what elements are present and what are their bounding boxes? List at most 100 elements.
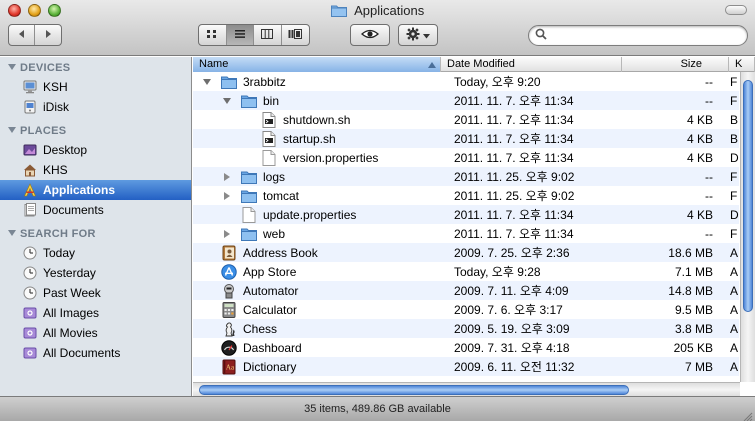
disclosure-open-icon[interactable] — [221, 95, 233, 107]
app-store-icon — [221, 263, 237, 280]
coverflow-view-icon — [288, 28, 303, 42]
folder-icon — [241, 169, 257, 185]
window-toolbar: Applications — [0, 0, 755, 56]
horizontal-scrollbar[interactable] — [193, 382, 740, 396]
column-header-name[interactable]: Name — [193, 57, 441, 72]
row-name-cell: logs — [193, 167, 448, 186]
table-row[interactable]: update.properties 2011. 11. 7. 오후 11:34 4 … — [193, 205, 739, 224]
table-row[interactable]: shutdown.sh 2011. 11. 7. 오후 11:34 4 KB B — [193, 110, 739, 129]
vertical-scroll-thumb[interactable] — [743, 80, 753, 312]
row-name-cell: Chess — [193, 319, 448, 338]
table-row[interactable]: web 2011. 11. 7. 오후 11:34 -- F — [193, 224, 739, 243]
row-size-cell: 205 KB — [673, 340, 713, 355]
disclosure-open-icon[interactable] — [201, 76, 213, 88]
sidebar-item-label: Today — [43, 246, 76, 260]
folder-icon — [241, 93, 257, 109]
coverflow-view-button[interactable] — [282, 25, 309, 45]
forward-button[interactable] — [35, 25, 61, 45]
row-name-label: startup.sh — [283, 131, 336, 146]
column-header-size[interactable]: Size — [622, 57, 729, 72]
disclosure-closed-icon[interactable] — [221, 190, 233, 202]
script-file-icon — [261, 111, 277, 128]
table-row[interactable]: Calculator 2009. 7. 6. 오후 3:17 9.5 MB A — [193, 300, 739, 319]
table-row[interactable]: Address Book 2009. 7. 25. 오후 2:36 18.6 MB A — [193, 243, 739, 262]
sidebar-item-all-images[interactable]: All Images — [0, 303, 191, 323]
forward-arrow-icon — [43, 28, 53, 42]
row-name-cell: 3rabbitz — [193, 72, 448, 91]
navigation-buttons — [8, 24, 62, 46]
row-size-cell: -- — [705, 169, 713, 184]
sidebar-item-desktop[interactable]: Desktop — [0, 140, 191, 160]
table-row[interactable]: Chess 2009. 5. 19. 오후 3:09 3.8 MB A — [193, 319, 739, 338]
table-row[interactable]: Automator 2009. 7. 11. 오후 4:09 14.8 MB A — [193, 281, 739, 300]
table-row[interactable]: bin 2011. 11. 7. 오후 11:34 -- F — [193, 91, 739, 110]
row-size-cell: 18.6 MB — [668, 245, 713, 260]
status-text: 35 items, 489.86 GB available — [304, 403, 451, 415]
clock-icon — [22, 245, 38, 261]
row-name-label: tomcat — [263, 188, 300, 203]
table-row[interactable]: 3rabbitz Today, 오후 9:20 -- F — [193, 72, 739, 91]
row-date-cell: 2011. 11. 7. 오후 11:34 — [454, 94, 574, 108]
row-name-cell: bin — [193, 91, 448, 110]
sidebar-section-places[interactable]: PLACES — [0, 122, 191, 140]
file-list-rows: 3rabbitz Today, 오후 9:20 -- Fbin 2011. 11. 7.… — [193, 72, 739, 376]
column-header-date-modified[interactable]: Date Modified — [441, 57, 622, 72]
sidebar-item-khs[interactable]: KHS — [0, 160, 191, 180]
search-input[interactable] — [551, 28, 731, 43]
smart-folder-icon — [22, 345, 38, 361]
row-date-cell: 2011. 11. 25. 오후 9:02 — [454, 189, 575, 203]
row-name-label: logs — [263, 169, 286, 184]
sidebar-item-label: KSH — [43, 80, 68, 94]
sidebar-section-devices[interactable]: DEVICES — [0, 59, 191, 77]
row-date-cell: 2009. 7. 31. 오후 4:18 — [454, 341, 570, 355]
row-name-cell: Dashboard — [193, 338, 448, 357]
toolbar-toggle-button[interactable] — [725, 5, 747, 15]
table-row[interactable]: tomcat 2011. 11. 25. 오후 9:02 -- F — [193, 186, 739, 205]
sidebar-item-past-week[interactable]: Past Week — [0, 283, 191, 303]
row-kind-cell: A — [730, 245, 739, 260]
sidebar-item-idisk[interactable]: iDisk — [0, 97, 191, 117]
sidebar-item-documents[interactable]: Documents — [0, 200, 191, 220]
sidebar-item-ksh[interactable]: KSH — [0, 77, 191, 97]
row-date-cell: 2011. 11. 7. 오후 11:34 — [454, 227, 574, 241]
list-view-button[interactable] — [226, 25, 254, 45]
row-kind-cell: F — [730, 74, 738, 89]
sidebar-item-all-documents[interactable]: All Documents — [0, 343, 191, 363]
sidebar-section-search-for[interactable]: SEARCH FOR — [0, 225, 191, 243]
row-name-label: shutdown.sh — [283, 112, 351, 127]
svg-text:Aa: Aa — [226, 363, 235, 371]
sidebar-item-label: All Documents — [43, 346, 121, 360]
disclosure-closed-icon[interactable] — [221, 228, 233, 240]
quick-look-button[interactable] — [350, 24, 390, 46]
search-field[interactable] — [528, 25, 748, 46]
row-kind-cell: A — [730, 359, 739, 374]
sidebar-item-today[interactable]: Today — [0, 243, 191, 263]
icon-view-button[interactable] — [199, 25, 227, 45]
disclosure-closed-icon[interactable] — [221, 171, 233, 183]
table-row[interactable]: startup.sh 2011. 11. 7. 오후 11:34 4 KB B — [193, 129, 739, 148]
column-header-kind[interactable]: K — [729, 57, 755, 72]
document-icon — [261, 149, 277, 166]
row-date-cell: 2009. 5. 19. 오후 3:09 — [454, 322, 570, 336]
row-size-cell: 4 KB — [686, 112, 713, 127]
row-name-label: Calculator — [243, 302, 298, 317]
table-row[interactable]: version.properties 2011. 11. 7. 오후 11:34 4… — [193, 148, 739, 167]
sidebar-item-yesterday[interactable]: Yesterday — [0, 263, 191, 283]
row-kind-cell: B — [730, 112, 739, 127]
sidebar-item-all-movies[interactable]: All Movies — [0, 323, 191, 343]
table-row[interactable]: Dashboard 2009. 7. 31. 오후 4:18 205 KB A — [193, 338, 739, 357]
table-row[interactable]: App Store Today, 오후 9:28 7.1 MB A — [193, 262, 739, 281]
dashboard-icon — [221, 339, 237, 356]
sidebar-item-label: KHS — [43, 163, 68, 177]
horizontal-scroll-thumb[interactable] — [199, 385, 629, 395]
table-row[interactable]: Aa Dictionary 2009. 6. 11. 오전 11:32 7 MB A — [193, 357, 739, 376]
action-menu-button[interactable] — [398, 24, 438, 46]
column-view-button[interactable] — [254, 25, 282, 45]
back-button[interactable] — [9, 25, 35, 45]
row-kind-cell: F — [730, 93, 738, 108]
row-kind-cell: A — [730, 283, 739, 298]
table-row[interactable]: logs 2011. 11. 25. 오후 9:02 -- F — [193, 167, 739, 186]
vertical-scrollbar[interactable] — [740, 72, 755, 382]
resize-grip-icon[interactable] — [741, 407, 753, 421]
sidebar-item-applications[interactable]: Applications — [0, 180, 191, 200]
